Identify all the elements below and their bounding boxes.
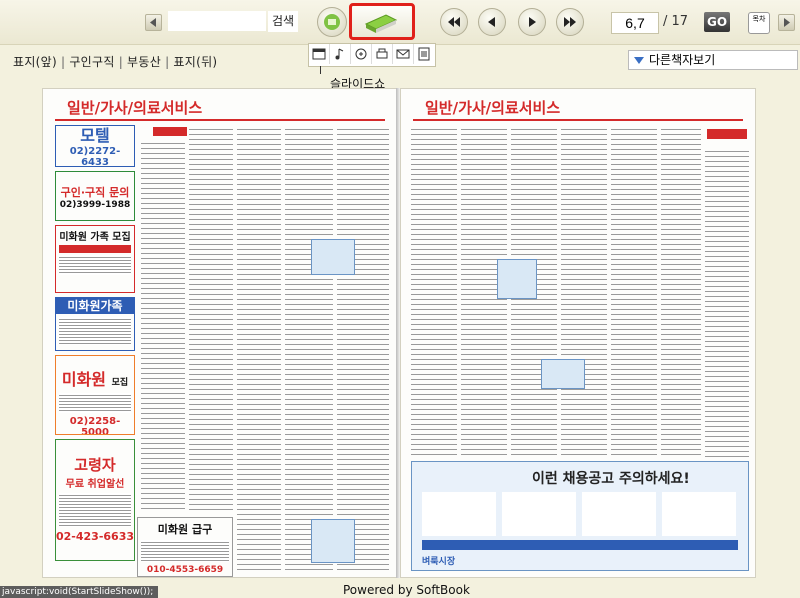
ad-strip bbox=[59, 245, 131, 253]
listing-column bbox=[285, 127, 333, 572]
urgent-phone: 010-4553-6659 bbox=[146, 565, 224, 575]
mihwawon-family-ad: 미화원 가족 모집 bbox=[55, 225, 135, 293]
notice-cards bbox=[422, 492, 738, 536]
highlight-box bbox=[311, 239, 355, 275]
other-books-label: 다른책자보기 bbox=[649, 53, 716, 67]
mihwawon-family2-ad: 미화원가족 bbox=[55, 297, 135, 351]
slideshow-button[interactable] bbox=[349, 3, 415, 40]
next-page-icon[interactable] bbox=[518, 8, 546, 36]
listing-column bbox=[705, 149, 749, 457]
nav-separator: | bbox=[118, 55, 124, 69]
notice-headline: 이런 채용공고 주의하세요! bbox=[532, 471, 690, 487]
status-bar: javascript:void(StartSlideShow()); bbox=[0, 586, 158, 598]
last-page-icon[interactable] bbox=[556, 8, 584, 36]
total-pages: / 17 bbox=[663, 14, 689, 29]
search-button[interactable]: 검색 bbox=[268, 11, 298, 32]
search-input[interactable] bbox=[168, 11, 266, 31]
mihwawon-family2-title: 미화원가족 bbox=[56, 298, 134, 314]
nav-separator: | bbox=[165, 55, 170, 69]
mihwawon-title: 미화원 bbox=[61, 370, 107, 389]
section-nav: 표지(앞) | 구인구직 | 부동산 | 표지(뒤) bbox=[13, 53, 217, 70]
right-page[interactable]: 일반/가사/의료서비스 이런 채용공고 주의하세요! 벼룩시장 bbox=[400, 88, 756, 578]
mihwawon-phone: 02)2258-5000 bbox=[69, 416, 121, 435]
highlight-box bbox=[311, 519, 355, 563]
zoom-icon[interactable] bbox=[351, 44, 372, 64]
senior-title: 고령자 bbox=[74, 456, 116, 474]
notice-strip bbox=[422, 540, 738, 550]
thumbnail-icon[interactable] bbox=[317, 7, 347, 37]
listing-column bbox=[337, 127, 389, 572]
senior-phone: 02-423-6633 bbox=[56, 530, 135, 543]
mihwawon-ad: 미화원 모집 02)2258-5000 bbox=[55, 355, 135, 435]
prev-arrow-icon[interactable] bbox=[145, 14, 162, 31]
motel-phone: 02)2272-6433 bbox=[69, 146, 121, 167]
listing-column bbox=[411, 127, 457, 457]
header-rule bbox=[55, 119, 385, 121]
highlight-box bbox=[541, 359, 585, 389]
urgent-title: 미화원 급구 bbox=[157, 523, 213, 536]
mail-icon[interactable] bbox=[393, 44, 414, 64]
nav-link-back-cover[interactable]: 표지(뒤) bbox=[173, 55, 217, 69]
other-books-dropdown[interactable]: 다른책자보기 bbox=[628, 50, 798, 70]
category-tag bbox=[153, 127, 187, 136]
music-icon[interactable] bbox=[330, 44, 351, 64]
tooltip-pointer bbox=[320, 66, 321, 74]
print-icon[interactable] bbox=[372, 44, 393, 64]
page-number-input[interactable] bbox=[611, 12, 659, 34]
left-page[interactable]: 일반/가사/의료서비스 모텔 02)2272-6433 구인·구직 문의 02)… bbox=[42, 88, 398, 578]
book-viewer: 일반/가사/의료서비스 모텔 02)2272-6433 구인·구직 문의 02)… bbox=[36, 88, 764, 580]
ad-body bbox=[59, 493, 131, 527]
ad-body bbox=[59, 393, 131, 413]
motel-ad: 모텔 02)2272-6433 bbox=[55, 125, 135, 167]
mihwawon-family-title: 미화원 가족 모집 bbox=[59, 232, 131, 243]
recruit-ad: 구인·구직 문의 02)3999-1988 bbox=[55, 171, 135, 221]
nav-link-jobs[interactable]: 구인구직 bbox=[69, 55, 114, 69]
mihwawon-sub: 모집 bbox=[111, 378, 129, 388]
right-page-header: 일반/가사/의료서비스 bbox=[425, 99, 561, 117]
listing-column bbox=[237, 127, 281, 572]
ad-body bbox=[141, 540, 229, 562]
prev-page-icon[interactable] bbox=[478, 8, 506, 36]
highlight-box bbox=[497, 259, 537, 299]
urgent-ad: 미화원 급구 010-4553-6659 bbox=[137, 517, 233, 577]
table-of-contents-button[interactable]: 목차 bbox=[748, 12, 770, 34]
nav-link-front-cover[interactable]: 표지(앞) bbox=[13, 55, 57, 69]
listing-column bbox=[189, 127, 233, 511]
listing-column bbox=[611, 127, 657, 457]
notice-banner: 이런 채용공고 주의하세요! 벼룩시장 bbox=[411, 461, 749, 571]
category-tag bbox=[707, 129, 747, 139]
recruit-title: 구인·구직 문의 bbox=[60, 186, 130, 199]
motel-title: 모텔 bbox=[80, 126, 110, 145]
listing-column bbox=[141, 141, 185, 511]
powered-by: Powered by SoftBook bbox=[343, 583, 470, 597]
document-icon[interactable] bbox=[414, 44, 435, 64]
notice-market: 벼룩시장 bbox=[422, 557, 456, 567]
recruit-phone: 02)3999-1988 bbox=[59, 200, 131, 210]
ad-body bbox=[59, 255, 131, 275]
toc-glyph: 목차 bbox=[752, 15, 766, 23]
dropdown-triangle-icon bbox=[634, 57, 644, 64]
left-page-header: 일반/가사/의료서비스 bbox=[67, 99, 203, 117]
listing-column bbox=[661, 127, 701, 457]
nav-separator: | bbox=[60, 55, 66, 69]
layout-icon[interactable] bbox=[309, 44, 330, 64]
next-arrow-icon[interactable] bbox=[778, 14, 795, 31]
senior-sub: 무료 취업알선 bbox=[65, 479, 125, 490]
first-page-icon[interactable] bbox=[440, 8, 468, 36]
go-button[interactable]: GO bbox=[704, 12, 730, 32]
header-rule bbox=[413, 119, 743, 121]
senior-ad: 고령자 무료 취업알선 02-423-6633 bbox=[55, 439, 135, 561]
ad-body bbox=[59, 317, 131, 345]
mihwawon-heading: 미화원 모집 bbox=[56, 366, 134, 390]
listing-column bbox=[561, 127, 607, 457]
nav-link-real-estate[interactable]: 부동산 bbox=[127, 55, 161, 69]
slideshow-options bbox=[308, 43, 436, 67]
